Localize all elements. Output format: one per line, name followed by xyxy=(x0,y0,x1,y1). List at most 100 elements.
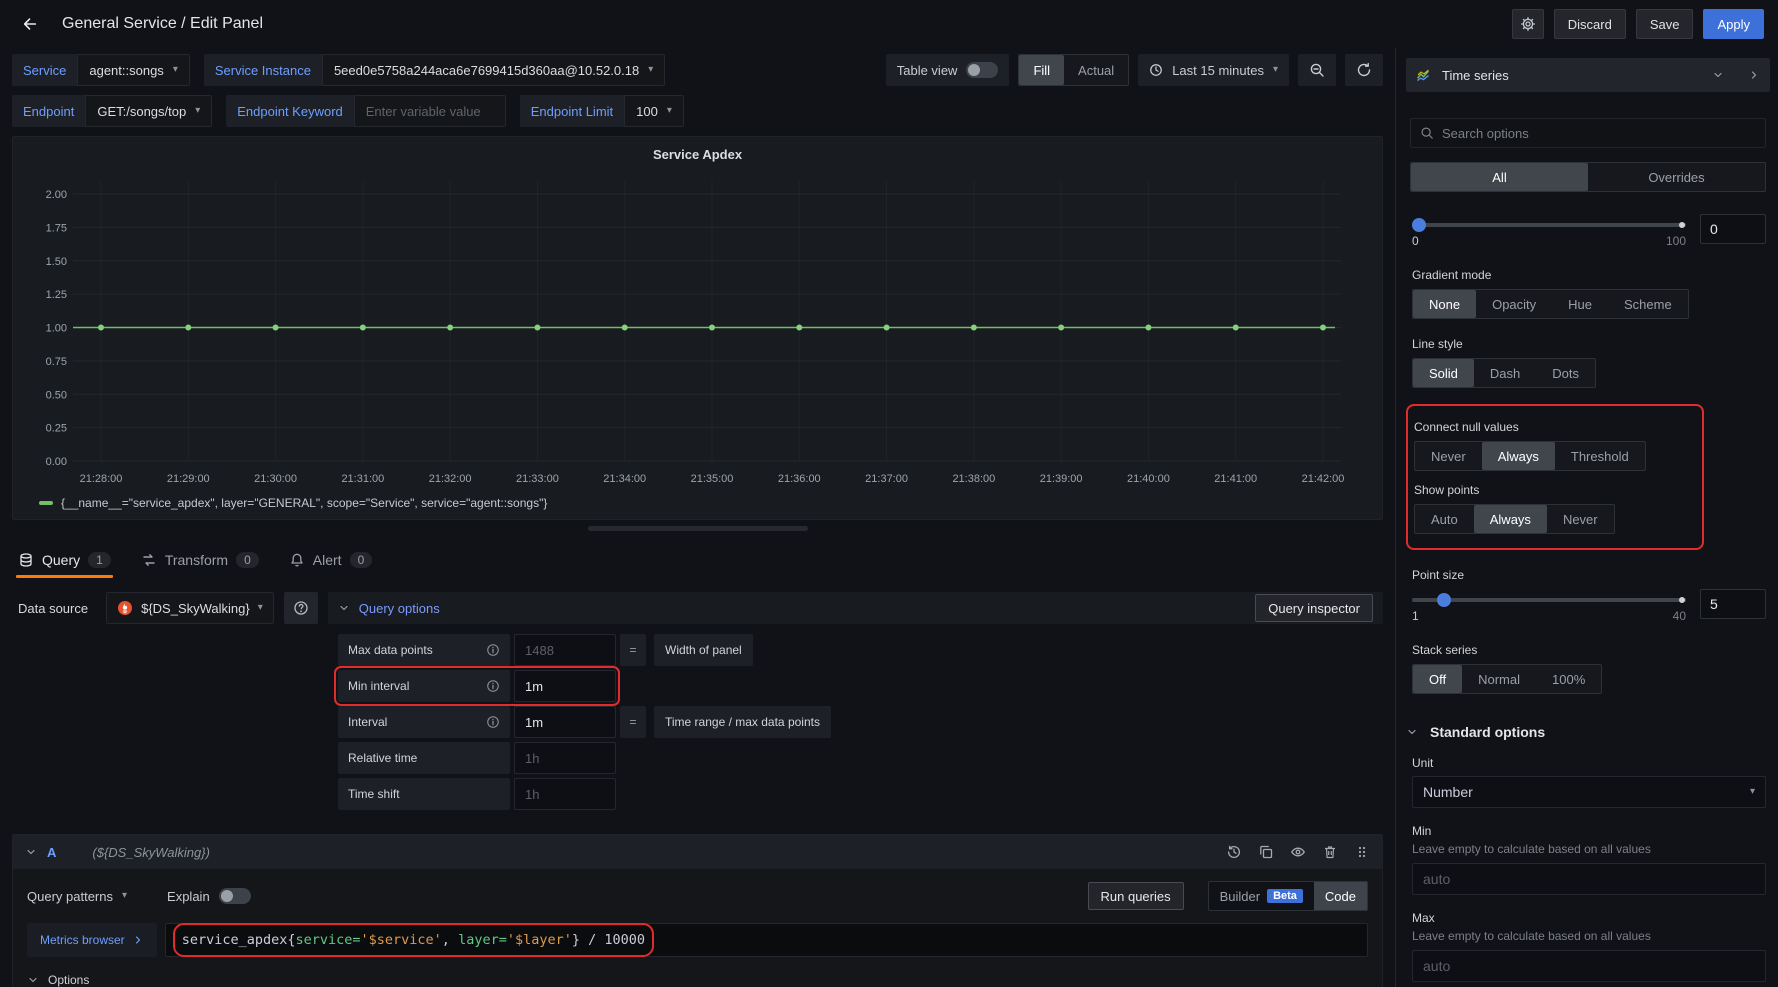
line-style-option-dots[interactable]: Dots xyxy=(1536,359,1595,387)
legend-item[interactable]: {__name__="service_apdex", layer="GENERA… xyxy=(23,491,1372,515)
stack-series-group: OffNormal100% xyxy=(1412,664,1602,694)
page-title: General Service / Edit Panel xyxy=(62,15,263,33)
stack-series-control: Stack series OffNormal100% xyxy=(1412,643,1766,694)
duplicate-query-button[interactable] xyxy=(1258,844,1274,860)
fill-opacity-value[interactable]: 0 xyxy=(1700,214,1766,244)
save-button[interactable]: Save xyxy=(1636,9,1694,39)
svg-text:21:32:00: 21:32:00 xyxy=(429,473,472,485)
gradient-mode-option-none[interactable]: None xyxy=(1413,290,1476,318)
show-points-option-always[interactable]: Always xyxy=(1474,505,1547,533)
code-mode-option[interactable]: Code xyxy=(1314,882,1367,910)
apply-button[interactable]: Apply xyxy=(1703,9,1764,39)
query-options-header[interactable]: Query options Query inspector xyxy=(328,592,1383,624)
max-input[interactable] xyxy=(1412,950,1766,982)
visualization-picker[interactable]: Time series xyxy=(1406,58,1770,92)
relative-time-input[interactable]: 1h xyxy=(514,742,616,774)
toggle-query-visibility-button[interactable] xyxy=(1290,844,1306,860)
explain-toggle[interactable] xyxy=(219,888,251,904)
builder-mode-option[interactable]: BuilderBeta xyxy=(1209,882,1314,910)
stack-series-option-off[interactable]: Off xyxy=(1413,665,1462,693)
service-variable-value[interactable]: agent::songs▾ xyxy=(77,54,189,86)
prometheus-icon xyxy=(117,600,133,616)
stack-series-option-100-[interactable]: 100% xyxy=(1536,665,1601,693)
query-card-header[interactable]: A (${DS_SkyWalking}) xyxy=(13,835,1382,869)
discard-button[interactable]: Discard xyxy=(1554,9,1626,39)
fill-actual-option-fill[interactable]: Fill xyxy=(1019,55,1064,85)
tab-alert[interactable]: Alert 0 xyxy=(289,542,372,578)
gradient-mode-option-hue[interactable]: Hue xyxy=(1552,290,1608,318)
time-series-chart: 0.000.250.500.751.001.251.501.752.0021:2… xyxy=(23,171,1372,491)
stack-series-option-normal[interactable]: Normal xyxy=(1462,665,1536,693)
time-shift-input[interactable]: 1h xyxy=(514,778,616,810)
query-history-button[interactable] xyxy=(1226,844,1242,860)
variables-row-1: Service agent::songs▾ Service Instance 5… xyxy=(12,54,1383,86)
line-style-option-solid[interactable]: Solid xyxy=(1413,359,1474,387)
query-options-collapse[interactable]: Options xyxy=(27,973,1368,987)
slider-track[interactable] xyxy=(1412,598,1686,602)
slider-handle[interactable] xyxy=(1437,593,1451,607)
svg-text:1.50: 1.50 xyxy=(46,256,67,268)
connect-null-option-always[interactable]: Always xyxy=(1482,442,1555,470)
tab-query[interactable]: Query 1 xyxy=(18,542,111,578)
table-view-toggle[interactable] xyxy=(966,62,998,78)
fill-opacity-slider[interactable]: 0 100 xyxy=(1412,214,1686,250)
metrics-browser-button[interactable]: Metrics browser xyxy=(27,923,157,957)
refresh-button[interactable] xyxy=(1345,54,1383,86)
connect-null-option-threshold[interactable]: Threshold xyxy=(1555,442,1645,470)
endpoint-keyword-input[interactable] xyxy=(366,104,494,119)
standard-options-section[interactable]: Standard options xyxy=(1406,724,1766,740)
show-points-option-auto[interactable]: Auto xyxy=(1415,505,1474,533)
transform-icon xyxy=(141,552,157,568)
point-size-value[interactable]: 5 xyxy=(1700,589,1766,619)
zoom-out-icon xyxy=(1309,62,1325,78)
stack-series-label: Stack series xyxy=(1412,643,1766,657)
endpoint-variable-value[interactable]: GET:/songs/top▾ xyxy=(85,95,212,127)
query-patterns-dropdown[interactable]: Query patterns▾ xyxy=(27,889,127,904)
show-points-option-never[interactable]: Never xyxy=(1547,505,1614,533)
drag-query-handle[interactable] xyxy=(1354,844,1370,860)
slider-handle[interactable] xyxy=(1412,218,1426,232)
delete-query-button[interactable] xyxy=(1322,844,1338,860)
line-style-option-dash[interactable]: Dash xyxy=(1474,359,1536,387)
datasource-help-button[interactable] xyxy=(284,592,318,624)
zoom-out-time-button[interactable] xyxy=(1298,54,1336,86)
max-data-points-input[interactable]: 1488 xyxy=(514,634,616,666)
fill-opacity-control: 0 100 0 xyxy=(1412,214,1766,250)
edit-panel-content: Service agent::songs▾ Service Instance 5… xyxy=(0,48,1395,987)
endpoint-limit-value[interactable]: 100▾ xyxy=(624,95,684,127)
slider-max-label: 40 xyxy=(1673,609,1686,623)
connect-null-option-never[interactable]: Never xyxy=(1415,442,1482,470)
tab-transform[interactable]: Transform 0 xyxy=(141,542,259,578)
variables-row-2: Endpoint GET:/songs/top▾ Endpoint Keywor… xyxy=(12,95,1383,127)
resize-handle[interactable] xyxy=(588,526,808,531)
unit-select[interactable]: Number ▾ xyxy=(1412,776,1766,808)
all-overrides-option-all[interactable]: All xyxy=(1411,163,1588,191)
min-input[interactable] xyxy=(1412,863,1766,895)
run-queries-button[interactable]: Run queries xyxy=(1088,882,1184,910)
gradient-mode-option-opacity[interactable]: Opacity xyxy=(1476,290,1552,318)
promql-editor[interactable]: service_apdex{service='$service', layer=… xyxy=(165,923,1368,957)
all-overrides-option-overrides[interactable]: Overrides xyxy=(1588,163,1765,191)
gradient-mode-option-scheme[interactable]: Scheme xyxy=(1608,290,1688,318)
legend-series-color xyxy=(39,501,53,505)
svg-text:21:31:00: 21:31:00 xyxy=(341,473,384,485)
panel-settings-button[interactable] xyxy=(1512,9,1544,39)
endpoint-variable: Endpoint GET:/songs/top▾ xyxy=(12,95,212,127)
time-range-picker[interactable]: Last 15 minutes ▾ xyxy=(1138,54,1289,86)
fill-actual-option-actual[interactable]: Actual xyxy=(1064,55,1128,85)
service-instance-variable-value[interactable]: 5eed0e5758a244aca6e7699415d360aa@10.52.0… xyxy=(322,54,665,86)
datasource-picker[interactable]: ${DS_SkyWalking} ▾ xyxy=(106,592,274,624)
slider-end-dot xyxy=(1679,222,1685,228)
search-icon xyxy=(1420,126,1434,140)
query-inspector-button[interactable]: Query inspector xyxy=(1255,594,1373,622)
endpoint-limit-label: Endpoint Limit xyxy=(520,95,624,127)
options-search-input[interactable] xyxy=(1442,126,1756,141)
min-interval-input[interactable]: 1m xyxy=(514,670,616,702)
chevron-down-icon xyxy=(27,974,39,986)
endpoint-keyword-field xyxy=(354,95,506,127)
slider-track[interactable] xyxy=(1412,223,1686,227)
point-size-slider[interactable]: 1 40 xyxy=(1412,589,1686,625)
svg-text:0.00: 0.00 xyxy=(46,456,67,468)
back-button[interactable] xyxy=(14,8,46,40)
connect-null-control: Connect null values NeverAlwaysThreshold xyxy=(1414,420,1688,471)
